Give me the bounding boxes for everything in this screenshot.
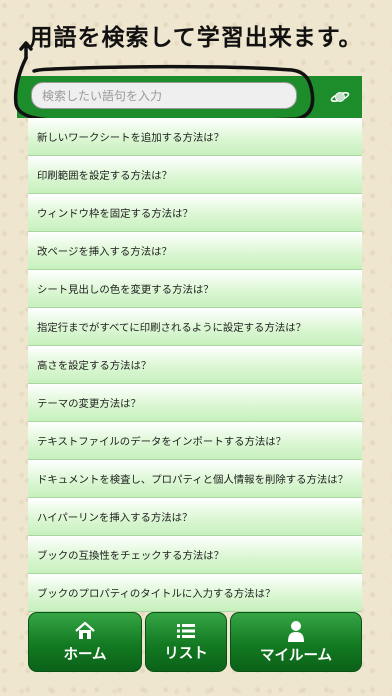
tab-myroom[interactable]: マイルーム (230, 612, 362, 672)
tab-home-label: ホーム (63, 646, 107, 663)
list-item[interactable]: ウィンドウ枠を固定する方法は？ (28, 194, 362, 232)
search-button[interactable] (318, 76, 362, 118)
tab-home[interactable]: ホーム (28, 612, 142, 672)
list-item[interactable]: 改ページを挿入する方法は？ (28, 232, 362, 270)
list-item[interactable]: ドキュメントを検査し、プロパティと個人情報を削除する方法は？ (28, 460, 362, 498)
planet-icon (330, 92, 350, 102)
tab-list[interactable]: リスト (145, 612, 227, 672)
list-item[interactable]: ブックのプロパティのタイトルに入力する方法は？ (28, 574, 362, 612)
page-headline: 用語を検索して学習出来ます。 (29, 25, 363, 51)
home-icon (75, 621, 95, 639)
question-list[interactable]: 新しいワークシートを追加する方法は？ 印刷範囲を設定する方法は？ ウィンドウ枠を… (28, 118, 362, 613)
tab-bar: ホーム リスト マイルーム (28, 612, 362, 672)
list-item[interactable]: 印刷範囲を設定する方法は？ (28, 156, 362, 194)
list-item[interactable]: テーマの変更方法は？ (28, 384, 362, 422)
tab-list-label: リスト (164, 645, 208, 662)
list-item[interactable]: 新しいワークシートを追加する方法は？ (28, 118, 362, 156)
list-item[interactable]: 高さを設定する方法は？ (28, 346, 362, 384)
list-item[interactable]: シート見出しの色を変更する方法は？ (28, 270, 362, 308)
search-input[interactable] (31, 82, 297, 109)
person-icon (288, 620, 304, 642)
list-item[interactable]: ハイパーリンを挿入する方法は？ (28, 498, 362, 536)
list-item[interactable]: 指定行までがすべてに印刷されるように設定する方法は？ (28, 308, 362, 346)
list-icon (177, 623, 195, 638)
list-item[interactable]: ブックの互換性をチェックする方法は？ (28, 536, 362, 574)
list-item[interactable]: テキストファイルのデータをインポートする方法は？ (28, 422, 362, 460)
tab-myroom-label: マイルーム (259, 647, 333, 664)
